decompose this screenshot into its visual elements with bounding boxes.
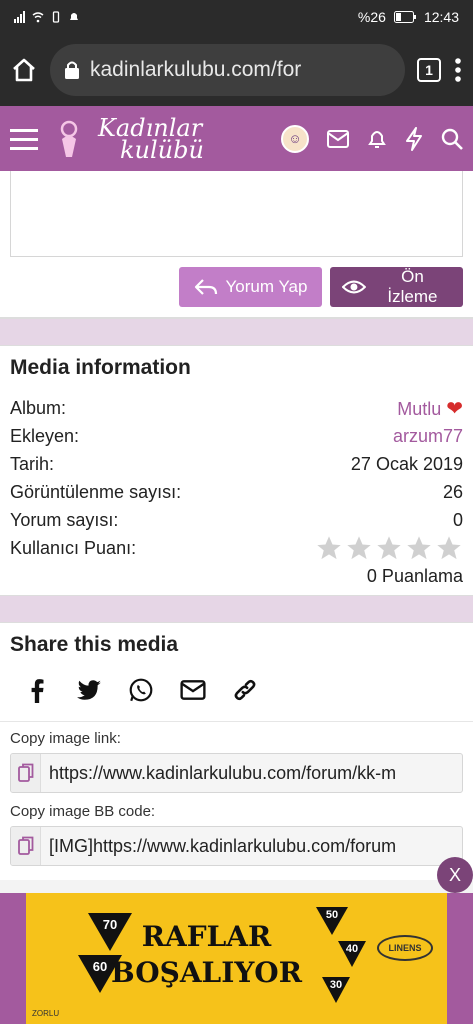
post-comment-label: Yorum Yap [225, 277, 308, 296]
share-section: Share this media [0, 623, 473, 721]
ad-headline: RAFLAR BOŞALIYOR [26, 919, 387, 991]
tab-switcher-button[interactable]: 1 [417, 58, 441, 82]
address-bar[interactable]: kadinlarkulubu.com/for [50, 44, 405, 96]
info-row-album: Album: Mutlu ❤ [10, 394, 463, 422]
copy-bb-code-label: Copy image BB code: [10, 803, 156, 820]
zorlu-logo: ZORLU [32, 1009, 60, 1018]
vibrate-icon [52, 11, 60, 23]
url-text: kadinlarkulubu.com/for [90, 58, 302, 81]
status-bar: %26 12:43 [0, 0, 473, 34]
section-divider [0, 595, 473, 623]
info-label: Yorum sayısı: [10, 509, 119, 530]
whats-new-bolt-icon[interactable] [405, 126, 423, 151]
star-icon[interactable] [375, 534, 403, 562]
post-comment-button[interactable]: Yorum Yap [179, 267, 322, 307]
battery-icon [393, 11, 416, 23]
copy-bb-code-field: [IMG]https://www.kadinlarkulubu.com/foru… [10, 826, 463, 866]
ad-headline-line-1: RAFLAR [141, 920, 272, 953]
image-link-input[interactable]: https://www.kadinlarkulubu.com/forum/kk-… [41, 763, 462, 784]
site-header: Kadınlar kulübü ☺ [0, 106, 473, 171]
hamburger-menu-icon[interactable] [10, 127, 38, 151]
battery-percent: %26 [357, 9, 386, 25]
clipboard-icon [17, 836, 33, 855]
copy-bb-code-button[interactable] [11, 827, 41, 865]
lock-icon [65, 61, 79, 79]
star-icon[interactable] [345, 534, 373, 562]
section-divider [0, 318, 473, 346]
ratings-count: 0 Puanlama [366, 566, 463, 586]
comments-value: 0 [452, 509, 463, 530]
info-label: Ekleyen: [10, 425, 80, 446]
mail-icon[interactable] [327, 129, 349, 148]
copy-links-section: Copy image link: https://www.kadinlarkul… [0, 721, 473, 880]
linens-logo: LINENS [377, 935, 433, 961]
star-icon[interactable] [405, 534, 433, 562]
heart-icon: ❤ [446, 397, 463, 420]
copy-image-link-field: https://www.kadinlarkulubu.com/forum/kk-… [10, 753, 463, 793]
info-label: Album: [10, 397, 67, 418]
reply-arrow-icon [194, 279, 217, 295]
email-share-icon[interactable] [180, 677, 206, 703]
share-title: Share this media [10, 633, 179, 656]
media-information-section: Media information Album: Mutlu ❤ Ekleyen… [0, 346, 473, 595]
info-label: Görüntülenme sayısı: [10, 481, 182, 502]
preview-button[interactable]: Ön İzleme [330, 267, 463, 307]
info-row-views: Görüntülenme sayısı: 26 [10, 478, 463, 506]
twitter-icon[interactable] [76, 677, 102, 703]
site-logo-icon[interactable] [54, 119, 84, 159]
album-name: Mutlu [397, 398, 442, 419]
site-logo[interactable]: Kadınlar kulübü [98, 116, 204, 164]
home-icon[interactable] [10, 56, 38, 84]
search-icon[interactable] [441, 128, 463, 150]
star-rating[interactable] [315, 534, 463, 562]
facebook-icon[interactable] [24, 677, 50, 703]
bb-code-input[interactable]: [IMG]https://www.kadinlarkulubu.com/foru… [41, 836, 462, 857]
user-avatar[interactable]: ☺ [281, 124, 309, 153]
comment-editor: Yorum Yap Ön İzleme [0, 171, 473, 318]
info-row-rating: Kullanıcı Puanı: [10, 534, 463, 562]
views-value: 26 [442, 481, 463, 502]
advertisement-banner: 70 60 50 40 30 RAFLAR BOŞALIYOR LINENS Z… [0, 857, 473, 1024]
browser-toolbar: kadinlarkulubu.com/for 1 [0, 34, 473, 106]
comment-textarea[interactable] [10, 171, 463, 257]
info-row-comments: Yorum sayısı: 0 [10, 506, 463, 534]
uploader-link[interactable]: arzum77 [393, 426, 463, 447]
info-row-uploader: Ekleyen: arzum77 [10, 422, 463, 450]
ad-headline-line-2: BOŞALIYOR [111, 956, 302, 989]
clock: 12:43 [423, 9, 459, 25]
info-row-date: Tarih: 27 Ocak 2019 [10, 450, 463, 478]
eye-icon [342, 280, 366, 294]
star-icon[interactable] [315, 534, 343, 562]
copy-link-button[interactable] [11, 754, 41, 792]
close-ad-button[interactable]: X [437, 857, 473, 893]
album-link[interactable]: Mutlu ❤ [397, 396, 463, 421]
ad-creative[interactable]: 70 60 50 40 30 RAFLAR BOŞALIYOR LINENS Z… [26, 893, 447, 1024]
info-label: Tarih: [10, 453, 55, 474]
more-options-icon[interactable] [453, 56, 463, 84]
preview-label: Ön İzleme [387, 267, 438, 306]
star-icon[interactable] [435, 534, 463, 562]
notification-bell-icon [70, 13, 78, 20]
alerts-bell-icon[interactable] [367, 128, 387, 150]
link-icon[interactable] [232, 677, 258, 703]
wifi-icon [32, 12, 44, 23]
clipboard-icon [17, 763, 33, 782]
page-content: Yorum Yap Ön İzleme Media information Al… [0, 171, 473, 880]
logo-line-2: kulübü [120, 135, 204, 164]
date-value: 27 Ocak 2019 [350, 453, 463, 474]
info-label: Kullanıcı Puanı: [10, 537, 137, 558]
copy-image-link-label: Copy image link: [10, 730, 121, 747]
media-information-title: Media information [10, 356, 191, 379]
whatsapp-icon[interactable] [128, 677, 154, 703]
signal-icon [14, 11, 25, 23]
